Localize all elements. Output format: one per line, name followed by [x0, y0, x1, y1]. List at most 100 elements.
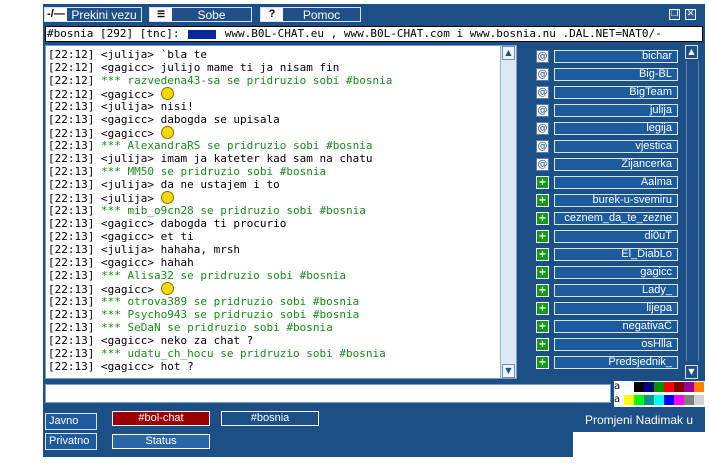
- user-list-item[interactable]: + El_DiabLo: [534, 248, 680, 263]
- scroll-down-icon[interactable]: ▼: [502, 364, 515, 378]
- disconnect-label: Prekini vezu: [71, 8, 137, 22]
- user-list-item[interactable]: + ceznem_da_te_zezne: [534, 212, 680, 227]
- message-text: <julija> `bla te: [100, 48, 207, 61]
- user-nickname[interactable]: julija: [554, 104, 678, 117]
- rooms-button[interactable]: ☰ Sobe: [149, 7, 252, 22]
- channel-tab-bosnia[interactable]: #bosnia: [221, 411, 319, 426]
- color-swatch[interactable]: [684, 382, 694, 392]
- color-palette[interactable]: a a: [614, 381, 705, 407]
- voice-mode-icon: +: [536, 284, 549, 297]
- user-list[interactable]: @ bichar @ Big-BL @ BigTeam @ julija @ legija @ vje…: [534, 45, 680, 379]
- message-time: [22:13]: [48, 321, 95, 334]
- color-swatch[interactable]: [684, 395, 694, 405]
- nick-input[interactable]: [573, 432, 705, 457]
- list-icon: ☰: [150, 8, 172, 21]
- user-nickname[interactable]: vjestica: [554, 140, 678, 153]
- user-nickname[interactable]: negativaC: [554, 320, 678, 333]
- scroll-down-icon[interactable]: ▼: [685, 365, 698, 379]
- chat-scrollbar[interactable]: ▲ ▼: [500, 46, 516, 378]
- message-time: [22:12]: [48, 74, 95, 87]
- user-list-item[interactable]: @ BigTeam: [534, 86, 680, 101]
- help-label: Pomoc: [302, 8, 341, 22]
- join-message: [22:13] *** SeDaN se pridruzio sobi #bos…: [48, 321, 333, 334]
- user-nickname[interactable]: lijepa: [554, 302, 678, 315]
- user-list-item[interactable]: + lijepa: [534, 302, 680, 317]
- user-list-item[interactable]: + burek-u-svemiru: [534, 194, 680, 209]
- color-swatch[interactable]: [624, 395, 634, 405]
- user-list-item[interactable]: @ julija: [534, 104, 680, 119]
- message-text: <julija> nisi!: [100, 100, 194, 113]
- message-time: [22:13]: [48, 295, 95, 308]
- user-list-item[interactable]: + Predsjednik_: [534, 356, 680, 371]
- message-text: <gagicc> dabogda se upisala: [100, 113, 280, 126]
- color-swatch[interactable]: [654, 395, 664, 405]
- topic-text: www.B0L-CHAT.eu , www.B0L-CHAT.com i www…: [218, 27, 662, 40]
- chat-message: [22:13] <julija> hahaha, mrsh: [48, 243, 240, 256]
- user-nickname[interactable]: Big-BL: [554, 68, 678, 81]
- message-time: [22:12]: [48, 61, 95, 74]
- voice-mode-icon: +: [536, 338, 549, 351]
- tab-public[interactable]: Javno: [45, 413, 97, 430]
- user-list-item[interactable]: + osHlla: [534, 338, 680, 353]
- user-nickname[interactable]: bichar: [554, 50, 678, 63]
- join-message: [22:13] *** Psycho943 se pridruzio sobi …: [48, 308, 359, 321]
- user-nickname[interactable]: El_DiabLo: [554, 248, 678, 261]
- change-nick-button[interactable]: Promjeni Nadimak u: [573, 408, 705, 432]
- scroll-up-icon[interactable]: ▲: [685, 45, 698, 59]
- chat-log[interactable]: [22:12] <julija> `bla te [22:12] <gagicc>…: [45, 45, 517, 379]
- color-swatch[interactable]: [664, 395, 674, 405]
- user-nickname[interactable]: BigTeam: [554, 86, 678, 99]
- user-list-item[interactable]: + gagicc: [534, 266, 680, 281]
- user-nickname[interactable]: osHlla: [554, 338, 678, 351]
- status-button[interactable]: Status: [112, 434, 210, 449]
- scroll-up-icon[interactable]: ▲: [502, 46, 515, 60]
- user-list-item[interactable]: @ Zijancerka: [534, 158, 680, 173]
- help-icon: ?: [261, 8, 283, 21]
- color-swatch[interactable]: [674, 395, 684, 405]
- color-swatch[interactable]: [624, 382, 634, 392]
- user-list-item[interactable]: @ legija: [534, 122, 680, 137]
- message-text: *** Psycho943 se pridruzio sobi #bosnia: [100, 308, 360, 321]
- user-nickname[interactable]: ceznem_da_te_zezne: [554, 212, 678, 225]
- chat-message: [22:13] <julija> da ne ustajem i to: [48, 178, 280, 191]
- user-list-scrollbar[interactable]: ▲ ▼: [684, 45, 701, 379]
- color-swatch[interactable]: [644, 395, 654, 405]
- user-list-item[interactable]: + negativaC: [534, 320, 680, 335]
- scroll-track[interactable]: [686, 61, 699, 361]
- user-list-item[interactable]: + Aalma: [534, 176, 680, 191]
- channel-tab-bol-chat[interactable]: #bol-chat: [112, 411, 210, 426]
- voice-mode-icon: +: [536, 230, 549, 243]
- color-swatch[interactable]: [664, 382, 674, 392]
- user-nickname[interactable]: Aalma: [554, 176, 678, 189]
- color-swatch[interactable]: [694, 382, 704, 392]
- chat-message: [22:13] <julija> imam ja kateter kad sam…: [48, 152, 373, 165]
- user-nickname[interactable]: di0uT: [554, 230, 678, 243]
- user-nickname[interactable]: gagicc: [554, 266, 678, 279]
- message-time: [22:13]: [48, 360, 95, 373]
- message-time: [22:13]: [48, 308, 95, 321]
- user-nickname[interactable]: legija: [554, 122, 678, 135]
- user-list-item[interactable]: @ bichar: [534, 50, 680, 65]
- color-swatch[interactable]: [634, 382, 644, 392]
- user-nickname[interactable]: Predsjednik_: [554, 356, 678, 369]
- op-mode-icon: @: [536, 158, 549, 171]
- user-nickname[interactable]: Zijancerka: [554, 158, 678, 171]
- restore-window-icon[interactable]: ❐: [669, 9, 680, 20]
- user-list-item[interactable]: @ vjestica: [534, 140, 680, 155]
- help-button[interactable]: ? Pomoc: [260, 7, 361, 22]
- color-swatch[interactable]: [634, 395, 644, 405]
- color-swatch[interactable]: [654, 382, 664, 392]
- message-input[interactable]: [45, 384, 611, 403]
- user-list-item[interactable]: + Lady_: [534, 284, 680, 299]
- tab-private[interactable]: Privatno: [45, 433, 97, 450]
- color-swatch[interactable]: [674, 382, 684, 392]
- user-list-item[interactable]: @ Big-BL: [534, 68, 680, 83]
- disconnect-button[interactable]: -/— Prekini vezu: [44, 7, 142, 22]
- user-nickname[interactable]: burek-u-svemiru: [554, 194, 678, 207]
- user-nickname[interactable]: Lady_: [554, 284, 678, 297]
- message-time: [22:13]: [48, 347, 95, 360]
- user-list-item[interactable]: + di0uT: [534, 230, 680, 245]
- color-swatch[interactable]: [694, 395, 704, 405]
- close-window-icon[interactable]: ✕: [685, 9, 696, 20]
- color-swatch[interactable]: [644, 382, 654, 392]
